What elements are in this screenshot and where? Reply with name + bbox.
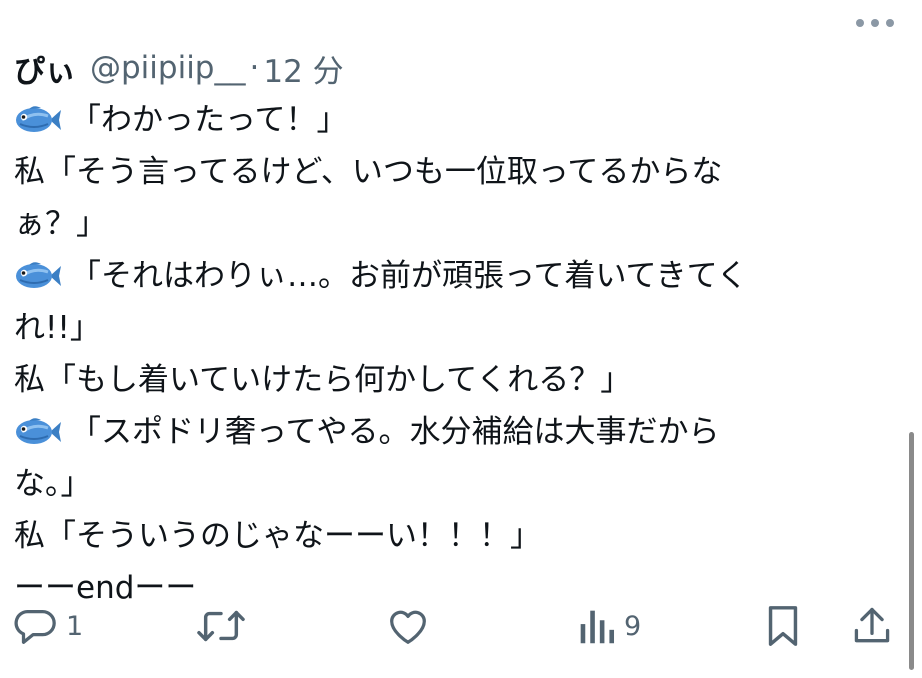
tweet-line-text: 私「もし着いていけたら何かしてくれる？」	[14, 362, 632, 398]
action-bar: 1 9	[0, 598, 922, 654]
reply-icon	[14, 609, 56, 644]
views-count: 9	[624, 610, 642, 642]
reply-count: 1	[66, 610, 84, 642]
tweet-line-text: 私「そう言ってるけど、いつも一位取ってるからな	[14, 154, 723, 190]
tweet-line: 私「もし着いていけたら何かしてくれる？」	[14, 354, 894, 406]
tweet-timestamp[interactable]: 12 分	[263, 46, 343, 91]
author-handle[interactable]: @piipiip__	[90, 50, 245, 86]
heart-icon	[390, 610, 426, 644]
tropical-fish-emoji-icon	[16, 418, 61, 444]
tropical-fish-emoji-icon	[16, 106, 61, 132]
views-button[interactable]: 9	[576, 598, 641, 654]
share-button[interactable]	[850, 598, 894, 654]
tropical-fish-emoji-icon	[16, 262, 61, 288]
tweet-line-text: れ!!」	[14, 310, 101, 346]
tweet-line-text: ぁ？」	[14, 206, 107, 242]
retweet-button[interactable]	[196, 598, 246, 654]
share-icon	[854, 607, 890, 643]
tweet-line-text: 私「そういうのじゃなーーい！！！」	[14, 518, 541, 554]
more-icon[interactable]	[856, 16, 894, 30]
author-display-name[interactable]: ぴぃ	[14, 46, 76, 91]
tweet-line: 私「そう言ってるけど、いつも一位取ってるからな	[14, 146, 894, 198]
tweet-line: 「わかったって！」	[14, 94, 894, 146]
views-icon	[580, 610, 615, 644]
scrollbar[interactable]	[909, 432, 914, 670]
tweet-line: 「それはわりぃ…。お前が頑張って着いてきてく	[14, 250, 894, 302]
tweet-line: れ!!」	[14, 302, 894, 354]
tweet-line-text: 「それはわりぃ…。お前が頑張って着いてきてく	[70, 258, 748, 294]
bookmark-icon	[768, 606, 798, 646]
reply-button[interactable]: 1	[12, 598, 83, 654]
bookmark-button[interactable]	[762, 598, 804, 654]
tweet-line-text: 「スポドリ奢ってやる。水分補給は大事だから	[70, 414, 720, 450]
tweet-line: な。」	[14, 458, 894, 510]
tweet-line: ぁ？」	[14, 198, 894, 250]
retweet-icon	[197, 610, 245, 642]
tweet-text: 「わかったって！」私「そう言ってるけど、いつも一位取ってるからな ぁ？」「それはわ…	[14, 94, 894, 614]
tweet-line: 「スポドリ奢ってやる。水分補給は大事だから	[14, 406, 894, 458]
like-button[interactable]	[384, 598, 432, 654]
tweet-header: ぴぃ @piipiip__ · 12 分	[14, 44, 914, 92]
tweet-line: 私「そういうのじゃなーーい！！！」	[14, 510, 894, 562]
header-separator: ·	[249, 50, 260, 86]
tweet-line-text: 「わかったって！」	[70, 102, 348, 138]
tweet-line-text: な。」	[14, 466, 92, 502]
